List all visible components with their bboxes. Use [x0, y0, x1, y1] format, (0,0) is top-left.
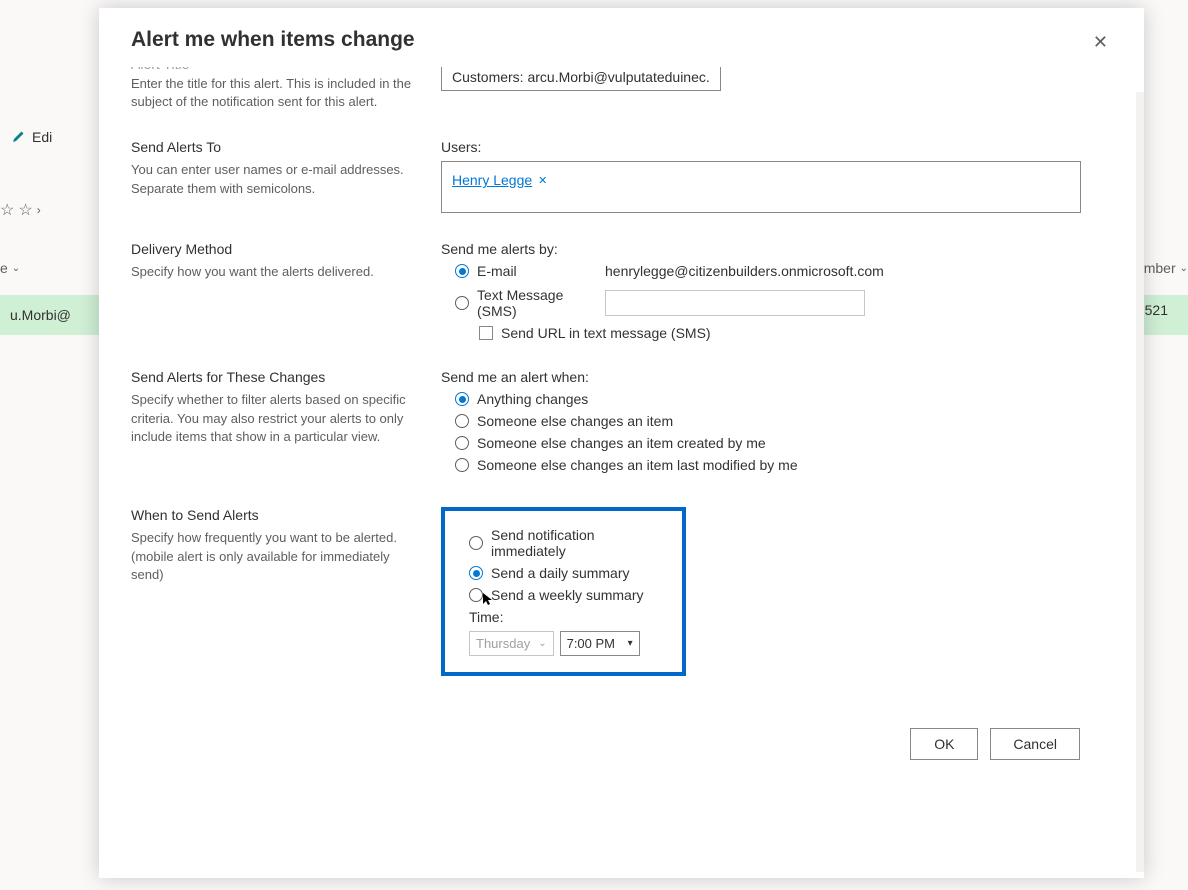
remove-user-icon[interactable]: ✕: [538, 174, 547, 187]
section-desc: Specify how you want the alerts delivere…: [131, 263, 421, 281]
when-send-highlight: Send notification immediately Send a dai…: [441, 507, 686, 676]
ok-button[interactable]: OK: [910, 728, 978, 760]
radio-someone-changes[interactable]: Someone else changes an item: [455, 413, 1112, 429]
radio-anything-changes[interactable]: Anything changes: [455, 391, 1112, 407]
section-left: When to Send Alerts Specify how frequent…: [131, 507, 421, 676]
day-select[interactable]: Thursday ⌄: [469, 631, 554, 656]
sms-url-row[interactable]: Send URL in text message (SMS): [479, 325, 1112, 341]
section-delivery: Delivery Method Specify how you want the…: [131, 241, 1112, 341]
time-value: 7:00 PM: [567, 636, 615, 651]
modal-footer: OK Cancel: [131, 704, 1112, 792]
close-button[interactable]: ✕: [1089, 28, 1112, 57]
time-label: Time:: [469, 609, 666, 625]
alert-settings-modal: Alert me when items change ✕ Alert Title…: [99, 8, 1144, 878]
radio-modified-by-me[interactable]: Someone else changes an item last modifi…: [455, 457, 1112, 473]
section-right: Users: Henry Legge ✕: [441, 139, 1112, 213]
section-changes: Send Alerts for These Changes Specify wh…: [131, 369, 1112, 479]
alert-title-input[interactable]: Customers: arcu.Morbi@vulputateduinec.: [441, 67, 721, 91]
section-desc: Enter the title for this alert. This is …: [131, 75, 421, 111]
radio-label: Someone else changes an item last modifi…: [477, 457, 798, 473]
modal-title: Alert me when items change: [131, 28, 415, 52]
section-right: Send notification immediately Send a dai…: [441, 507, 1112, 676]
section-send-to: Send Alerts To You can enter user names …: [131, 139, 1112, 213]
radio-icon[interactable]: [455, 414, 469, 428]
radio-icon[interactable]: [469, 536, 483, 550]
radio-label: Send notification immediately: [491, 527, 666, 559]
sms-radio-row[interactable]: Text Message (SMS): [455, 287, 595, 319]
section-right: Send me an alert when: Anything changes …: [441, 369, 1112, 479]
section-title: Delivery Method: [131, 241, 421, 257]
sms-url-checkbox[interactable]: [479, 326, 493, 340]
time-selects: Thursday ⌄ 7:00 PM ▾: [469, 631, 666, 656]
radio-label: Send a weekly summary: [491, 587, 644, 603]
when-label: Send me an alert when:: [441, 369, 1112, 385]
section-desc: You can enter user names or e-mail addre…: [131, 161, 421, 197]
radio-immediately[interactable]: Send notification immediately: [469, 527, 666, 559]
radio-icon[interactable]: [455, 458, 469, 472]
email-value: henrylegge@citizenbuilders.onmicrosoft.c…: [605, 263, 1112, 279]
section-when-send: When to Send Alerts Specify how frequent…: [131, 507, 1112, 676]
email-radio-row[interactable]: E-mail: [455, 263, 595, 279]
section-title: When to Send Alerts: [131, 507, 421, 523]
section-left: Send Alerts To You can enter user names …: [131, 139, 421, 213]
email-radio[interactable]: [455, 264, 469, 278]
day-value: Thursday: [476, 636, 530, 651]
radio-icon[interactable]: [469, 566, 483, 580]
send-by-label: Send me alerts by:: [441, 241, 1112, 257]
sms-radio[interactable]: [455, 296, 469, 310]
close-icon: ✕: [1093, 32, 1108, 52]
users-input[interactable]: Henry Legge ✕: [441, 161, 1081, 213]
radio-icon[interactable]: [469, 588, 483, 602]
email-label: E-mail: [477, 263, 517, 279]
cancel-button[interactable]: Cancel: [990, 728, 1080, 760]
radio-icon[interactable]: [455, 436, 469, 450]
section-desc: Specify how frequently you want to be al…: [131, 529, 421, 584]
users-label: Users:: [441, 139, 1112, 155]
radio-label: Someone else changes an item: [477, 413, 673, 429]
radio-label: Send a daily summary: [491, 565, 630, 581]
chevron-down-icon: ⌄: [538, 638, 546, 649]
modal-header: Alert me when items change ✕: [99, 8, 1144, 67]
chevron-down-icon: ▾: [628, 638, 633, 649]
section-right: Send me alerts by: E-mail henrylegge@cit…: [441, 241, 1112, 341]
radio-icon[interactable]: [455, 392, 469, 406]
section-title: Send Alerts for These Changes: [131, 369, 421, 385]
section-title-cut: Alert Title: [131, 67, 421, 69]
radio-weekly[interactable]: Send a weekly summary: [469, 587, 666, 603]
changes-options: Anything changes Someone else changes an…: [455, 391, 1112, 473]
sms-label: Text Message (SMS): [477, 287, 595, 319]
section-left: Alert Title Enter the title for this ale…: [131, 67, 421, 111]
sms-input[interactable]: [605, 290, 865, 316]
user-name[interactable]: Henry Legge: [452, 172, 532, 188]
radio-label: Someone else changes an item created by …: [477, 435, 766, 451]
sms-url-label: Send URL in text message (SMS): [501, 325, 711, 341]
modal-body: Alert Title Enter the title for this ale…: [99, 67, 1144, 878]
section-left: Send Alerts for These Changes Specify wh…: [131, 369, 421, 479]
user-chip: Henry Legge ✕: [452, 172, 547, 188]
modal-overlay: Alert me when items change ✕ Alert Title…: [0, 0, 1188, 890]
section-desc: Specify whether to filter alerts based o…: [131, 391, 421, 446]
time-select[interactable]: 7:00 PM ▾: [560, 631, 640, 656]
section-title: Send Alerts To: [131, 139, 421, 155]
delivery-grid: E-mail henrylegge@citizenbuilders.onmicr…: [455, 263, 1112, 319]
section-right: Customers: arcu.Morbi@vulputateduinec.: [441, 67, 1112, 111]
radio-daily[interactable]: Send a daily summary: [469, 565, 666, 581]
radio-created-by-me[interactable]: Someone else changes an item created by …: [455, 435, 1112, 451]
radio-label: Anything changes: [477, 391, 588, 407]
section-left: Delivery Method Specify how you want the…: [131, 241, 421, 341]
section-alert-title: Alert Title Enter the title for this ale…: [131, 67, 1112, 111]
